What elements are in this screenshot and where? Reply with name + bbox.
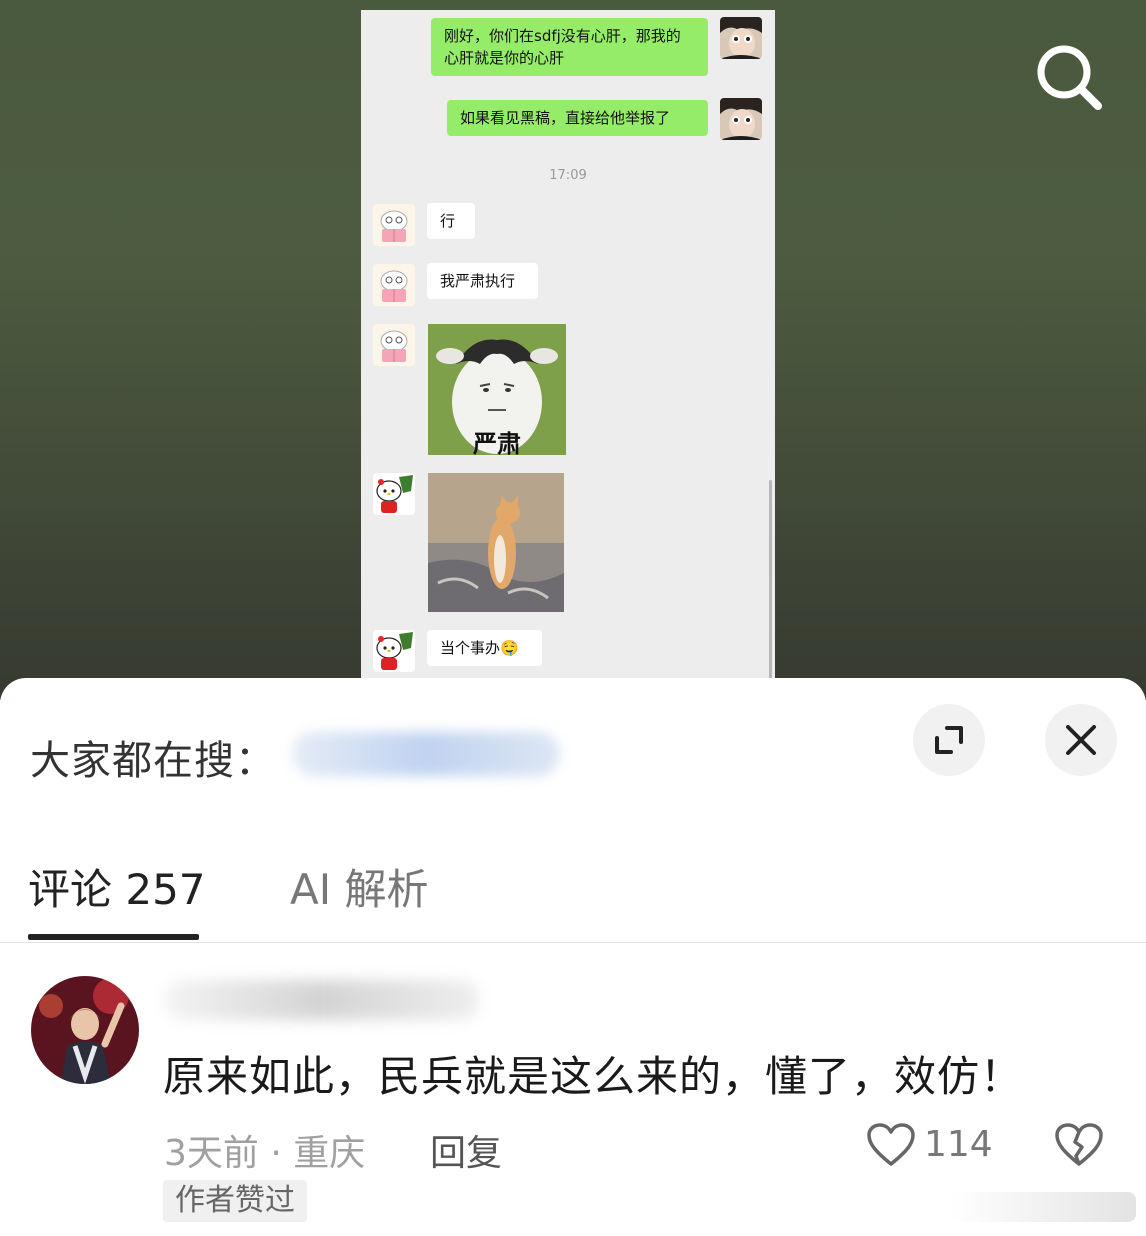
chat-message-text: 刚好，你们在sdfj没有心肝，那我的心肝就是你的心肝	[444, 27, 681, 67]
hot-search-term-blurred[interactable]	[292, 732, 560, 776]
sticker-image: 严肃	[428, 324, 566, 455]
like-button[interactable]	[866, 1122, 916, 1168]
heart-icon	[867, 1123, 915, 1166]
search-button[interactable]	[1032, 40, 1108, 116]
chat-scrollbar	[769, 480, 772, 680]
chat-bubble-left: 行	[427, 203, 475, 239]
expand-button[interactable]	[913, 704, 985, 776]
chat-message-text: 当个事办🤤	[440, 639, 519, 657]
avatar	[720, 17, 762, 59]
chat-bubble-right: 如果看见黑稿，直接给他举报了	[447, 100, 708, 136]
chat-screenshot: 刚好，你们在sdfj没有心肝，那我的心肝就是你的心肝 如果看见黑稿，直接给他举报…	[361, 10, 775, 680]
tab-active-indicator	[28, 934, 199, 940]
username-blurred[interactable]	[164, 980, 479, 1020]
sticker-caption: 严肃	[473, 430, 521, 455]
chat-message-text: 如果看见黑稿，直接给他举报了	[460, 109, 671, 127]
search-icon	[1037, 45, 1102, 110]
author-liked-badge: 作者赞过	[163, 1180, 307, 1222]
expand-icon	[935, 726, 963, 754]
media-viewer: 刚好，你们在sdfj没有心肝，那我的心肝就是你的心肝 如果看见黑稿，直接给他举报…	[0, 0, 1146, 700]
close-icon	[1066, 725, 1096, 755]
broken-heart-icon	[1055, 1123, 1103, 1166]
avatar	[373, 630, 415, 672]
comment-meta: 3天前 · 重庆	[164, 1133, 366, 1174]
avatar[interactable]	[31, 976, 139, 1084]
cat-photo	[428, 473, 564, 612]
hot-search-label: 大家都在搜：	[30, 738, 276, 784]
watermark	[950, 1192, 1136, 1222]
tab-comments[interactable]: 评论 257	[28, 856, 206, 917]
close-button[interactable]	[1045, 704, 1117, 776]
chat-bubble-right: 刚好，你们在sdfj没有心肝，那我的心肝就是你的心肝	[431, 18, 708, 76]
chat-bubble-left: 当个事办🤤	[427, 630, 542, 666]
avatar	[373, 204, 415, 246]
avatar	[720, 98, 762, 140]
chat-timestamp: 17:09	[549, 168, 587, 183]
avatar	[373, 324, 415, 366]
comment-text: 原来如此，民兵就是这么来的，懂了，效仿！	[163, 1052, 1024, 1101]
dislike-button[interactable]	[1054, 1122, 1104, 1168]
divider	[0, 942, 1146, 943]
avatar	[373, 264, 415, 306]
reply-button[interactable]: 回复	[430, 1124, 502, 1176]
chat-message-text: 行	[440, 212, 456, 230]
chat-bubble-left: 我严肃执行	[427, 263, 538, 299]
like-count: 114	[924, 1124, 993, 1165]
avatar	[373, 473, 415, 515]
comment-sheet: 大家都在搜： 评论 257 AI 解析 原来如此，民兵就是这么来的，懂了，效仿！	[0, 678, 1146, 1236]
chat-message-text: 我严肃执行	[440, 272, 516, 290]
tab-ai-analysis[interactable]: AI 解析	[290, 856, 428, 917]
